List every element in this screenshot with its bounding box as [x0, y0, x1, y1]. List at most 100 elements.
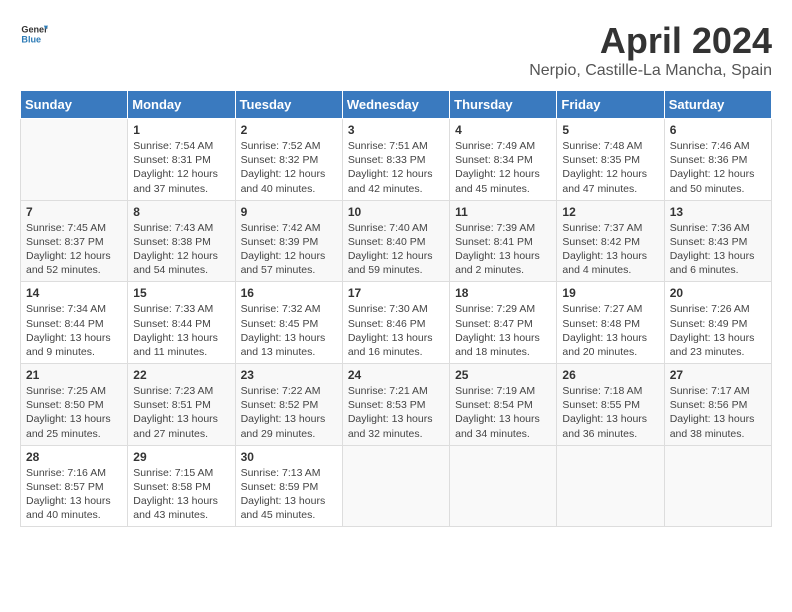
day-header-wednesday: Wednesday	[342, 91, 449, 119]
cell-content: Sunrise: 7:13 AM Sunset: 8:59 PM Dayligh…	[241, 466, 337, 523]
calendar-cell: 6 Sunrise: 7:46 AM Sunset: 8:36 PM Daylig…	[664, 119, 771, 201]
cell-content: Sunrise: 7:52 AM Sunset: 8:32 PM Dayligh…	[241, 139, 337, 196]
cell-content: Sunrise: 7:22 AM Sunset: 8:52 PM Dayligh…	[241, 384, 337, 441]
day-number: 29	[133, 450, 229, 464]
cell-content: Sunrise: 7:49 AM Sunset: 8:34 PM Dayligh…	[455, 139, 551, 196]
cell-content: Sunrise: 7:39 AM Sunset: 8:41 PM Dayligh…	[455, 221, 551, 278]
calendar-cell: 24 Sunrise: 7:21 AM Sunset: 8:53 PM Dayli…	[342, 364, 449, 446]
day-number: 24	[348, 368, 444, 382]
svg-text:Blue: Blue	[21, 34, 41, 44]
day-number: 25	[455, 368, 551, 382]
calendar-cell: 28Sunrise: 7:16 AM Sunset: 8:57 PM Dayli…	[21, 445, 128, 527]
day-number: 23	[241, 368, 337, 382]
cell-content: Sunrise: 7:46 AM Sunset: 8:36 PM Dayligh…	[670, 139, 766, 196]
cell-content: Sunrise: 7:37 AM Sunset: 8:42 PM Dayligh…	[562, 221, 658, 278]
calendar-cell: 4Sunrise: 7:49 AM Sunset: 8:34 PM Daylig…	[450, 119, 557, 201]
day-number: 21	[26, 368, 122, 382]
day-number: 26	[562, 368, 658, 382]
calendar-cell: 12 Sunrise: 7:37 AM Sunset: 8:42 PM Dayli…	[557, 200, 664, 282]
calendar-cell: 25 Sunrise: 7:19 AM Sunset: 8:54 PM Dayli…	[450, 364, 557, 446]
calendar-cell	[21, 119, 128, 201]
cell-content: Sunrise: 7:26 AM Sunset: 8:49 PM Dayligh…	[670, 302, 766, 359]
day-number: 6	[670, 123, 766, 137]
day-number: 12	[562, 205, 658, 219]
day-number: 5	[562, 123, 658, 137]
calendar-week-row: 28Sunrise: 7:16 AM Sunset: 8:57 PM Dayli…	[21, 445, 772, 527]
cell-content: Sunrise: 7:36 AM Sunset: 8:43 PM Dayligh…	[670, 221, 766, 278]
logo-icon: General Blue	[20, 20, 48, 48]
day-header-thursday: Thursday	[450, 91, 557, 119]
cell-content: Sunrise: 7:27 AM Sunset: 8:48 PM Dayligh…	[562, 302, 658, 359]
day-header-sunday: Sunday	[21, 91, 128, 119]
cell-content: Sunrise: 7:42 AM Sunset: 8:39 PM Dayligh…	[241, 221, 337, 278]
calendar-cell	[557, 445, 664, 527]
day-number: 7	[26, 205, 122, 219]
cell-content: Sunrise: 7:21 AM Sunset: 8:53 PM Dayligh…	[348, 384, 444, 441]
day-header-tuesday: Tuesday	[235, 91, 342, 119]
month-title: April 2024	[529, 20, 772, 62]
calendar-cell: 8 Sunrise: 7:43 AM Sunset: 8:38 PM Daylig…	[128, 200, 235, 282]
cell-content: Sunrise: 7:54 AM Sunset: 8:31 PM Dayligh…	[133, 139, 229, 196]
svg-text:General: General	[21, 25, 48, 35]
calendar-cell: 26 Sunrise: 7:18 AM Sunset: 8:55 PM Dayli…	[557, 364, 664, 446]
calendar-cell: 10 Sunrise: 7:40 AM Sunset: 8:40 PM Dayli…	[342, 200, 449, 282]
calendar-cell: 14Sunrise: 7:34 AM Sunset: 8:44 PM Dayli…	[21, 282, 128, 364]
day-number: 3	[348, 123, 444, 137]
calendar-cell	[450, 445, 557, 527]
day-number: 8	[133, 205, 229, 219]
day-header-friday: Friday	[557, 91, 664, 119]
calendar-cell: 3 Sunrise: 7:51 AM Sunset: 8:33 PM Daylig…	[342, 119, 449, 201]
calendar-cell: 18 Sunrise: 7:29 AM Sunset: 8:47 PM Dayli…	[450, 282, 557, 364]
cell-content: Sunrise: 7:43 AM Sunset: 8:38 PM Dayligh…	[133, 221, 229, 278]
calendar-cell: 11Sunrise: 7:39 AM Sunset: 8:41 PM Dayli…	[450, 200, 557, 282]
calendar-week-row: 1 Sunrise: 7:54 AM Sunset: 8:31 PM Daylig…	[21, 119, 772, 201]
calendar-cell: 17 Sunrise: 7:30 AM Sunset: 8:46 PM Dayli…	[342, 282, 449, 364]
header: General Blue April 2024 Nerpio, Castille…	[20, 20, 772, 80]
calendar-cell: 20 Sunrise: 7:26 AM Sunset: 8:49 PM Dayli…	[664, 282, 771, 364]
day-number: 22	[133, 368, 229, 382]
day-number: 20	[670, 286, 766, 300]
calendar-week-row: 21 Sunrise: 7:25 AM Sunset: 8:50 PM Dayli…	[21, 364, 772, 446]
cell-content: Sunrise: 7:25 AM Sunset: 8:50 PM Dayligh…	[26, 384, 122, 441]
day-number: 15	[133, 286, 229, 300]
calendar-cell: 22Sunrise: 7:23 AM Sunset: 8:51 PM Dayli…	[128, 364, 235, 446]
days-header-row: SundayMondayTuesdayWednesdayThursdayFrid…	[21, 91, 772, 119]
cell-content: Sunrise: 7:30 AM Sunset: 8:46 PM Dayligh…	[348, 302, 444, 359]
calendar-cell: 9 Sunrise: 7:42 AM Sunset: 8:39 PM Daylig…	[235, 200, 342, 282]
day-number: 18	[455, 286, 551, 300]
calendar-week-row: 14Sunrise: 7:34 AM Sunset: 8:44 PM Dayli…	[21, 282, 772, 364]
cell-content: Sunrise: 7:32 AM Sunset: 8:45 PM Dayligh…	[241, 302, 337, 359]
cell-content: Sunrise: 7:18 AM Sunset: 8:55 PM Dayligh…	[562, 384, 658, 441]
day-number: 27	[670, 368, 766, 382]
cell-content: Sunrise: 7:16 AM Sunset: 8:57 PM Dayligh…	[26, 466, 122, 523]
day-number: 16	[241, 286, 337, 300]
calendar-cell: 15Sunrise: 7:33 AM Sunset: 8:44 PM Dayli…	[128, 282, 235, 364]
cell-content: Sunrise: 7:45 AM Sunset: 8:37 PM Dayligh…	[26, 221, 122, 278]
day-number: 9	[241, 205, 337, 219]
calendar-cell: 1 Sunrise: 7:54 AM Sunset: 8:31 PM Daylig…	[128, 119, 235, 201]
title-area: April 2024 Nerpio, Castille-La Mancha, S…	[529, 20, 772, 80]
calendar-cell: 5Sunrise: 7:48 AM Sunset: 8:35 PM Daylig…	[557, 119, 664, 201]
logo: General Blue	[20, 20, 48, 48]
day-number: 14	[26, 286, 122, 300]
day-number: 17	[348, 286, 444, 300]
cell-content: Sunrise: 7:51 AM Sunset: 8:33 PM Dayligh…	[348, 139, 444, 196]
calendar-cell: 23 Sunrise: 7:22 AM Sunset: 8:52 PM Dayli…	[235, 364, 342, 446]
day-number: 1	[133, 123, 229, 137]
cell-content: Sunrise: 7:15 AM Sunset: 8:58 PM Dayligh…	[133, 466, 229, 523]
cell-content: Sunrise: 7:19 AM Sunset: 8:54 PM Dayligh…	[455, 384, 551, 441]
cell-content: Sunrise: 7:17 AM Sunset: 8:56 PM Dayligh…	[670, 384, 766, 441]
day-number: 10	[348, 205, 444, 219]
calendar-cell: 21 Sunrise: 7:25 AM Sunset: 8:50 PM Dayli…	[21, 364, 128, 446]
cell-content: Sunrise: 7:40 AM Sunset: 8:40 PM Dayligh…	[348, 221, 444, 278]
location-title: Nerpio, Castille-La Mancha, Spain	[529, 62, 772, 80]
calendar-cell: 13 Sunrise: 7:36 AM Sunset: 8:43 PM Dayli…	[664, 200, 771, 282]
calendar-cell: 19Sunrise: 7:27 AM Sunset: 8:48 PM Dayli…	[557, 282, 664, 364]
calendar-cell	[342, 445, 449, 527]
calendar-week-row: 7 Sunrise: 7:45 AM Sunset: 8:37 PM Daylig…	[21, 200, 772, 282]
day-header-saturday: Saturday	[664, 91, 771, 119]
cell-content: Sunrise: 7:29 AM Sunset: 8:47 PM Dayligh…	[455, 302, 551, 359]
day-header-monday: Monday	[128, 91, 235, 119]
calendar-cell: 27 Sunrise: 7:17 AM Sunset: 8:56 PM Dayli…	[664, 364, 771, 446]
day-number: 13	[670, 205, 766, 219]
